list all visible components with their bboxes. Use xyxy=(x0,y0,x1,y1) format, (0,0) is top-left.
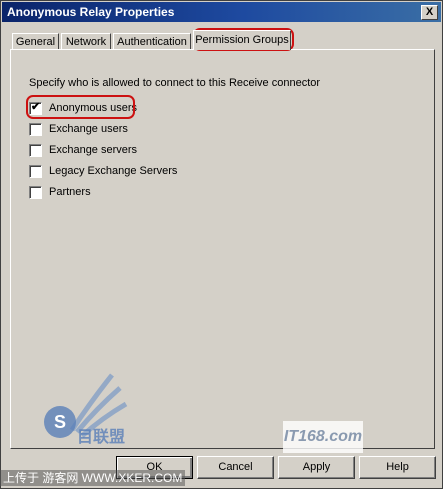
option-label: Legacy Exchange Servers xyxy=(49,165,178,177)
description-text: Specify who is allowed to connect to thi… xyxy=(29,77,321,89)
checkbox[interactable] xyxy=(29,165,42,178)
tab-authentication[interactable]: Authentication xyxy=(113,33,191,50)
tab-general[interactable]: General xyxy=(12,33,59,50)
checkbox[interactable] xyxy=(29,123,42,136)
help-button[interactable]: Help xyxy=(359,456,436,479)
title-bar[interactable]: Anonymous Relay Properties X xyxy=(2,2,441,22)
window-title: Anonymous Relay Properties xyxy=(7,5,175,19)
tab-permission-groups[interactable]: Permission Groups xyxy=(193,30,291,50)
watermark-s-letter: S xyxy=(54,412,66,432)
watermark-it168-logo: IT168.com xyxy=(283,421,363,453)
watermark-cn-text: 目联盟 xyxy=(77,427,125,446)
checkbox[interactable] xyxy=(29,186,42,199)
apply-button[interactable]: Apply xyxy=(278,456,355,479)
option-label: Exchange users xyxy=(49,123,128,135)
cancel-button[interactable]: Cancel xyxy=(197,456,274,479)
watermark-footer-text: 上传于 游客网 WWW.XKER.COM xyxy=(0,470,186,486)
checkbox[interactable] xyxy=(29,144,42,157)
tab-network[interactable]: Network xyxy=(61,33,111,50)
option-label: Exchange servers xyxy=(49,144,138,156)
watermark-wings-logo: S 目联盟 xyxy=(44,373,128,446)
option-label: Partners xyxy=(49,186,91,198)
option-highlight-annotation xyxy=(26,95,135,119)
close-button[interactable]: X xyxy=(421,5,438,20)
